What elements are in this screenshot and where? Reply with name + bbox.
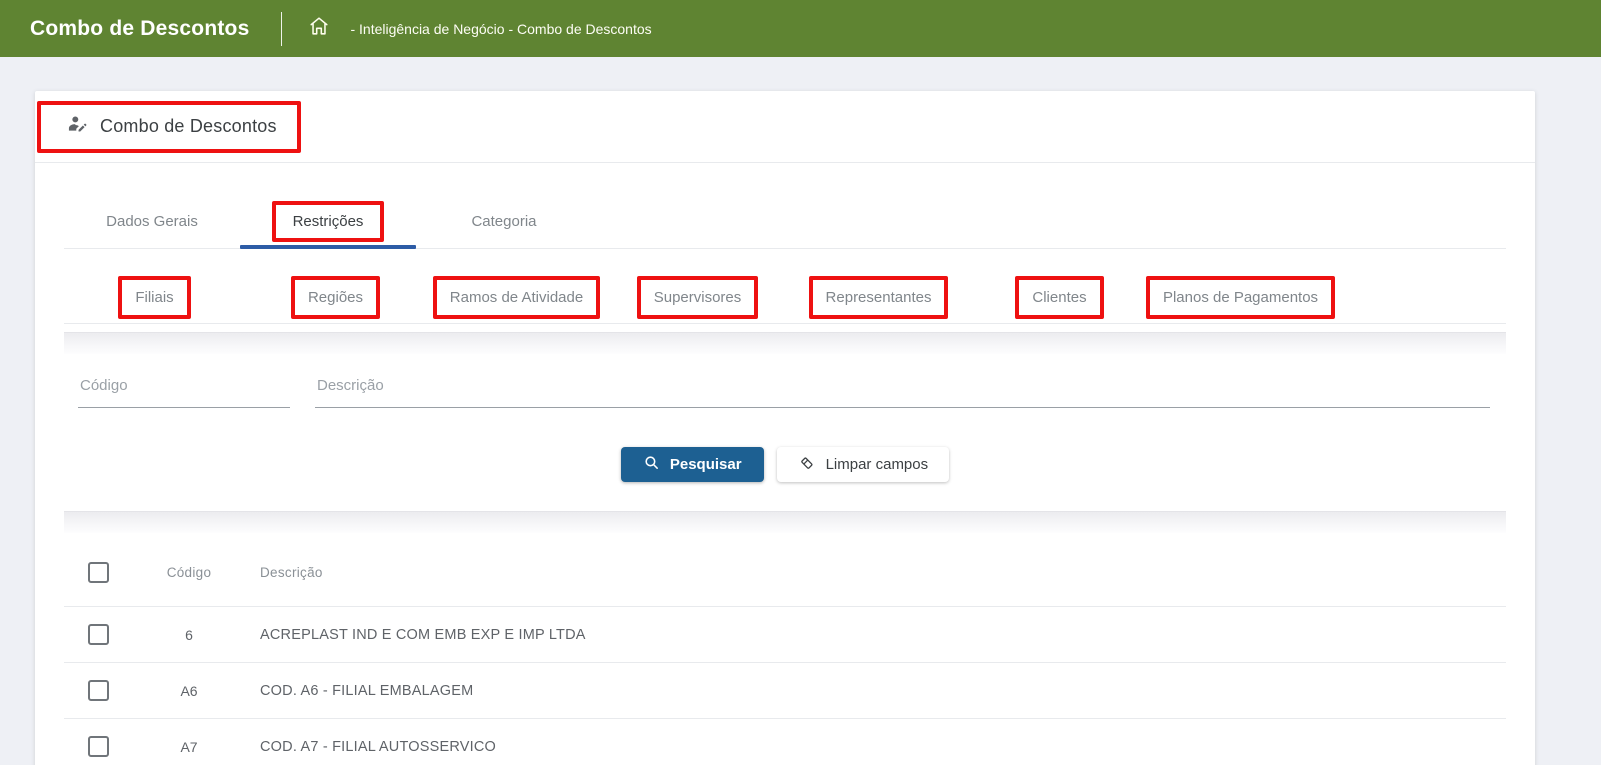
main-card: Combo de Descontos Dados Gerais Restriçõ… xyxy=(35,91,1535,765)
row-descricao: ACREPLAST IND E COM EMB EXP E IMP LTDA xyxy=(260,626,586,643)
row-descricao: COD. A6 - FILIAL EMBALAGEM xyxy=(260,682,474,699)
search-icon xyxy=(643,454,660,475)
subtab-label: Regiões xyxy=(307,288,364,306)
row-checkbox[interactable] xyxy=(88,736,109,757)
tab-label: Categoria xyxy=(471,213,537,230)
section-divider-strip xyxy=(64,511,1506,533)
clear-fields-button[interactable]: Limpar campos xyxy=(776,447,950,482)
user-edit-icon xyxy=(67,114,88,140)
tab-categoria[interactable]: Categoria xyxy=(416,195,592,248)
tab-bar: Dados Gerais Restrições Categoria xyxy=(64,195,1506,249)
subtab-ramos-de-atividade[interactable]: Ramos de Atividade xyxy=(426,271,607,323)
subtab-annotation-box: Planos de Pagamentos xyxy=(1145,275,1336,319)
subtab-annotation-box: Ramos de Atividade xyxy=(432,275,601,319)
section-divider-strip xyxy=(64,332,1506,354)
row-codigo: A6 xyxy=(180,682,198,699)
tab-label: Dados Gerais xyxy=(106,213,198,230)
actions-row: Pesquisar Limpar campos xyxy=(64,447,1506,482)
subtab-annotation-box: Supervisores xyxy=(636,275,759,319)
select-all-cell xyxy=(64,561,124,583)
tab-restricoes-annotation-box: Restrições xyxy=(271,201,385,242)
subtab-label: Filiais xyxy=(135,288,174,306)
tab-restricoes[interactable]: Restrições xyxy=(240,195,416,249)
home-icon xyxy=(308,15,330,42)
row-checkbox-cell xyxy=(64,624,124,645)
tab-label: Restrições xyxy=(292,213,364,230)
table-header-row: Código Descrição xyxy=(64,538,1506,606)
subtab-label: Supervisores xyxy=(653,288,742,306)
codigo-input[interactable] xyxy=(78,374,290,408)
subtab-annotation-box: Filiais xyxy=(118,275,191,319)
search-button[interactable]: Pesquisar xyxy=(620,447,764,482)
topbar-divider xyxy=(281,11,283,46)
subtab-label: Clientes xyxy=(1032,288,1087,306)
row-checkbox[interactable] xyxy=(88,680,109,701)
subtab-label: Planos de Pagamentos xyxy=(1162,288,1319,306)
table-row[interactable]: 6 ACREPLAST IND E COM EMB EXP E IMP LTDA xyxy=(64,606,1506,662)
page-title: Combo de Descontos xyxy=(100,116,277,136)
breadcrumb: - Inteligência de Negócio - Combo de Des… xyxy=(350,20,652,37)
row-descricao: COD. A7 - FILIAL AUTOSSERVICO xyxy=(260,738,496,755)
card-title-row: Combo de Descontos xyxy=(35,91,1535,163)
top-bar: Combo de Descontos - Inteligência de Neg… xyxy=(0,0,1601,57)
descricao-column-header: Descrição xyxy=(260,564,323,580)
subtab-regioes[interactable]: Regiões xyxy=(245,271,426,323)
filter-form xyxy=(64,374,1506,408)
search-button-label: Pesquisar xyxy=(669,456,742,473)
subtab-annotation-box: Representantes xyxy=(808,275,949,319)
table-row[interactable]: A7 COD. A7 - FILIAL AUTOSSERVICO xyxy=(64,718,1506,765)
row-checkbox[interactable] xyxy=(88,624,109,645)
tab-dados-gerais[interactable]: Dados Gerais xyxy=(64,195,240,248)
descricao-input[interactable] xyxy=(315,374,1490,408)
row-checkbox-cell xyxy=(64,680,124,701)
eraser-icon xyxy=(798,454,816,476)
subtab-annotation-box: Clientes xyxy=(1015,275,1104,319)
subtab-representantes[interactable]: Representantes xyxy=(788,271,969,323)
home-button[interactable] xyxy=(308,15,330,42)
subtab-bar: Filiais Regiões Ramos de Atividade Super… xyxy=(64,271,1506,324)
subtab-planos-de-pagamentos[interactable]: Planos de Pagamentos xyxy=(1145,271,1336,323)
card-content: Dados Gerais Restrições Categoria Filiai… xyxy=(35,195,1535,765)
app-title: Combo de Descontos xyxy=(30,16,250,40)
results-table: Código Descrição 6 ACREPLAST IND E COM E… xyxy=(64,538,1506,765)
page-title-annotation-box: Combo de Descontos xyxy=(37,100,301,153)
select-all-checkbox[interactable] xyxy=(88,561,109,583)
subtab-label: Representantes xyxy=(825,288,932,306)
clear-fields-button-label: Limpar campos xyxy=(825,456,929,473)
subtab-clientes[interactable]: Clientes xyxy=(969,271,1150,323)
row-codigo: 6 xyxy=(185,626,193,643)
row-checkbox-cell xyxy=(64,736,124,757)
subtab-supervisores[interactable]: Supervisores xyxy=(607,271,788,323)
row-codigo: A7 xyxy=(180,738,198,755)
codigo-column-header: Código xyxy=(166,564,212,580)
active-tab-underline xyxy=(240,245,416,249)
subtab-annotation-box: Regiões xyxy=(290,275,381,319)
subtab-filiais[interactable]: Filiais xyxy=(64,271,245,323)
table-row[interactable]: A6 COD. A6 - FILIAL EMBALAGEM xyxy=(64,662,1506,718)
subtab-label: Ramos de Atividade xyxy=(449,288,584,306)
